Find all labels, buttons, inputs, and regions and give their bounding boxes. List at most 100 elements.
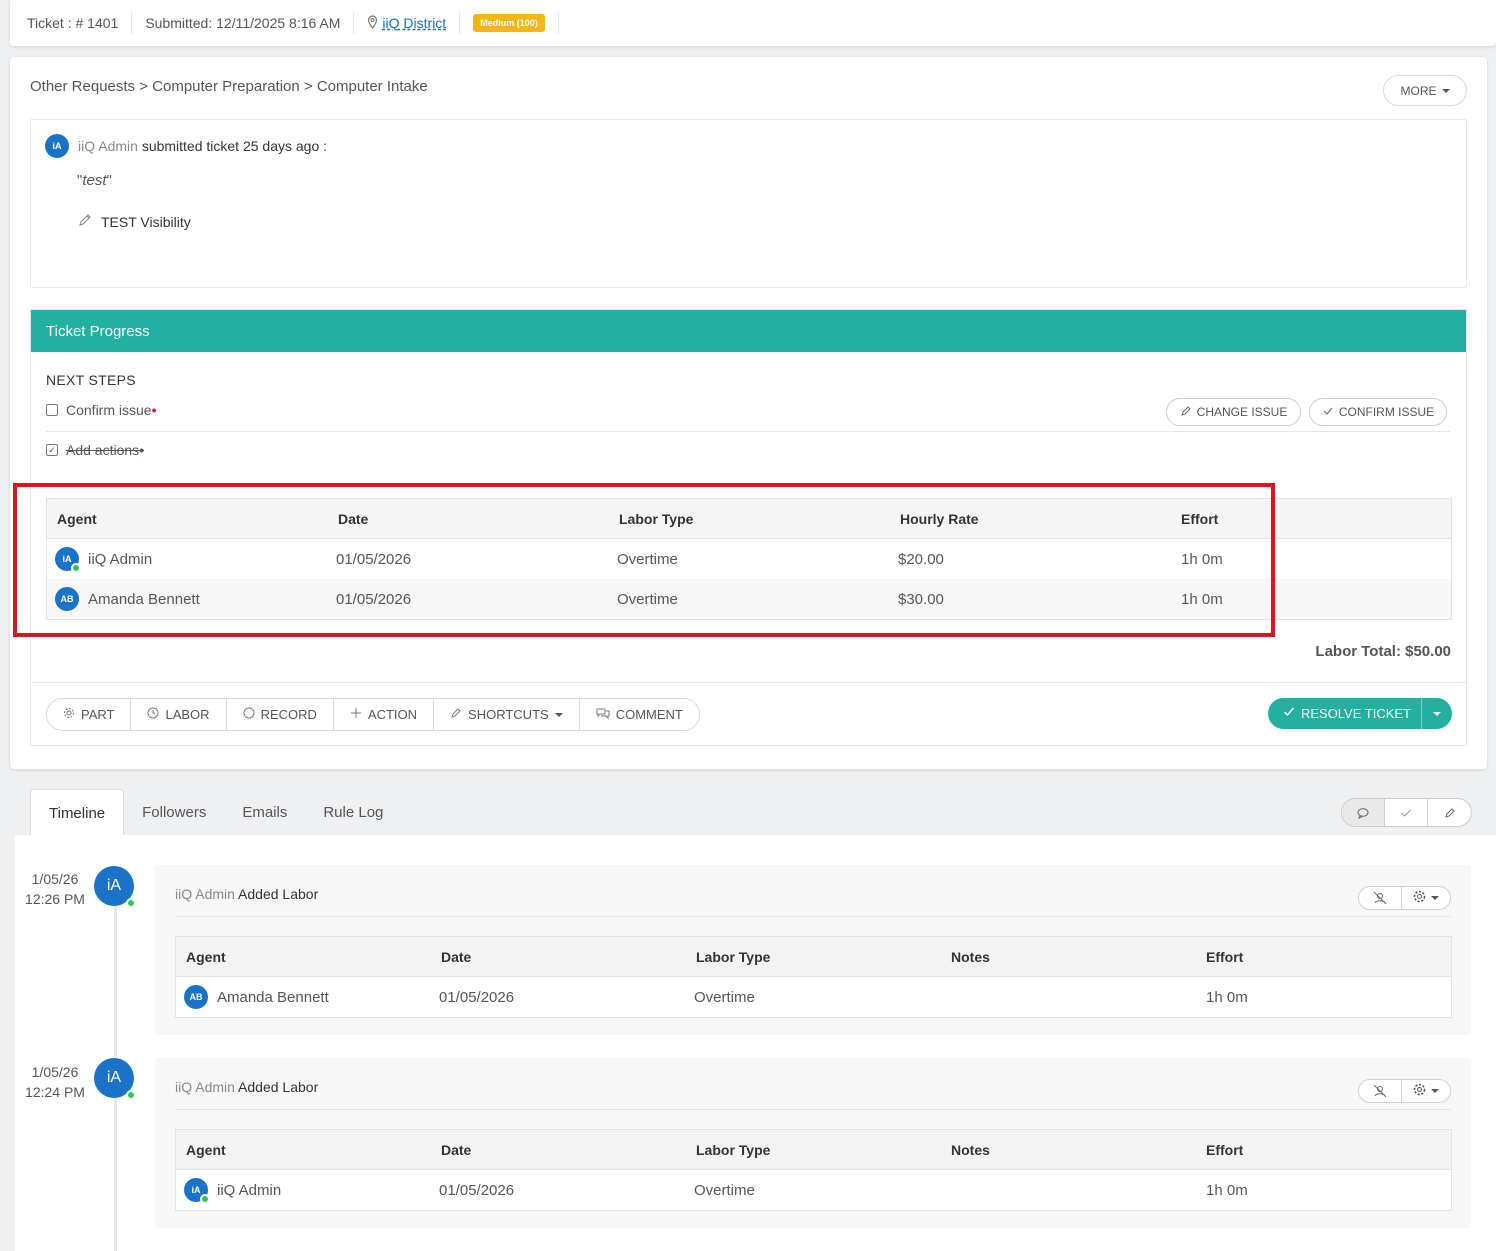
divider: [557, 12, 559, 34]
record-button[interactable]: RECORD: [227, 699, 334, 730]
column-header: Notes: [951, 1141, 990, 1158]
divider: [46, 431, 1450, 432]
visibility-field[interactable]: TEST Visibility: [77, 212, 191, 231]
ticket-tabs: Timeline Followers Emails Rule Log: [30, 789, 401, 836]
entry-settings-dropdown[interactable]: [1402, 1080, 1450, 1102]
pencil-icon: [450, 707, 462, 722]
category-breadcrumb[interactable]: Other Requests > Computer Preparation > …: [30, 78, 428, 95]
avatar[interactable]: iA: [45, 134, 69, 158]
tab-rule-log[interactable]: Rule Log: [305, 789, 401, 836]
submission-line: iA iiQ Admin submitted ticket 25 days ag…: [45, 134, 327, 158]
effort-cell: 1h 0m: [1206, 988, 1248, 1006]
table-row[interactable]: AB Amanda Bennett 01/05/2026 Overtime $3…: [47, 579, 1451, 619]
resolve-ticket-button[interactable]: RESOLVE TICKET: [1268, 698, 1422, 729]
step-label: Confirm issue: [66, 402, 152, 418]
step-add-actions[interactable]: ✓ Add actions•: [46, 442, 144, 458]
entry-user[interactable]: iiQ Admin: [175, 1079, 235, 1095]
part-label: PART: [81, 707, 115, 722]
resolve-options-dropdown[interactable]: [1422, 698, 1452, 729]
submitter-name[interactable]: iiQ Admin: [78, 138, 138, 154]
avatar: iA: [55, 547, 81, 573]
tab-timeline[interactable]: Timeline: [30, 789, 125, 836]
date-cell: 01/05/2026: [439, 1181, 515, 1199]
column-header: Effort: [1206, 948, 1244, 965]
online-status-dot: [126, 1090, 136, 1100]
ticket-card: Other Requests > Computer Preparation > …: [10, 57, 1487, 769]
column-header[interactable]: Effort: [1171, 511, 1451, 527]
add-action-button[interactable]: ACTION: [334, 699, 435, 730]
location-link[interactable]: iiQ District: [382, 15, 446, 31]
agent-name: Amanda Bennett: [217, 988, 329, 1006]
ticket-description: "test": [77, 172, 112, 189]
checkbox-checked[interactable]: ✓: [46, 444, 58, 456]
visibility-label: TEST Visibility: [101, 213, 191, 230]
timeline-avatar[interactable]: iA: [94, 866, 136, 908]
step-confirm-issue[interactable]: Confirm issue•: [46, 402, 157, 418]
table-row[interactable]: iA iiQ Admin 01/05/2026 Overtime $20.00 …: [47, 539, 1451, 579]
gear-icon: [63, 707, 75, 722]
entry-title: iiQ Admin Added Labor: [175, 1079, 318, 1095]
agent-name: Amanda Bennett: [88, 590, 200, 608]
column-header: Date: [441, 948, 472, 965]
column-header[interactable]: Labor Type: [609, 511, 890, 527]
effort-cell: 1h 0m: [1206, 1181, 1248, 1199]
confirm-issue-label: CONFIRM ISSUE: [1338, 405, 1435, 419]
ticket-number: Ticket : # 1401: [27, 15, 119, 31]
tab-followers[interactable]: Followers: [124, 789, 224, 836]
date-cell: 01/05/2026: [336, 550, 412, 568]
entry-settings-dropdown[interactable]: [1402, 887, 1450, 909]
table-row: AB Amanda Bennett 01/05/2026 Overtime 1h…: [176, 977, 1451, 1017]
avatar: AB: [184, 985, 208, 1009]
labor-type-cell: Overtime: [617, 590, 678, 608]
shortcuts-dropdown[interactable]: SHORTCUTS: [434, 699, 580, 730]
checkbox[interactable]: [46, 404, 58, 416]
column-header: Agent: [186, 1141, 226, 1158]
plus-icon: [350, 707, 362, 722]
labor-label: LABOR: [165, 707, 210, 722]
avatar: AB: [55, 587, 79, 611]
agent-cell: iA iiQ Admin: [47, 547, 328, 573]
column-header[interactable]: Hourly Rate: [890, 511, 1171, 527]
hide-from-user-icon[interactable]: [1359, 1080, 1402, 1102]
priority-badge[interactable]: Medium (100): [473, 14, 545, 32]
change-issue-button[interactable]: CHANGE ISSUE: [1166, 398, 1301, 426]
shortcuts-label: SHORTCUTS: [468, 707, 549, 722]
add-part-button[interactable]: PART: [47, 699, 132, 730]
column-header: Labor Type: [696, 1141, 771, 1158]
ticket-header-bar: Ticket : # 1401 Submitted: 12/11/2025 8:…: [10, 0, 1496, 46]
divider: [353, 12, 355, 34]
entry-action: Added Labor: [238, 1079, 319, 1095]
comment-filter-icon[interactable]: [1342, 799, 1385, 826]
column-header: Agent: [186, 948, 226, 965]
confirm-issue-button[interactable]: CONFIRM ISSUE: [1309, 398, 1447, 426]
table-header: Agent Date Labor Type Hourly Rate Effort: [47, 499, 1451, 539]
chevron-down-icon: [1441, 88, 1450, 93]
add-labor-button[interactable]: LABOR: [131, 699, 227, 730]
comment-icon: [596, 707, 610, 722]
check-icon: [1283, 706, 1295, 721]
timeline-entry: iiQ Admin Added Labor Agent Date Labor T…: [155, 1058, 1471, 1228]
resolve-ticket-split-button: RESOLVE TICKET: [1267, 698, 1452, 729]
add-comment-button[interactable]: COMMENT: [580, 699, 699, 730]
column-header[interactable]: Agent: [47, 511, 328, 527]
agent-cell: iA iiQ Admin: [176, 1178, 431, 1204]
labor-table: Agent Date Labor Type Hourly Rate Effort…: [46, 498, 1452, 620]
timeline-timestamp: 1/05/26 12:24 PM: [25, 1064, 85, 1100]
check-filter-icon[interactable]: [1385, 799, 1428, 826]
chevron-down-icon: [1433, 711, 1441, 716]
column-header: Effort: [1206, 1141, 1244, 1158]
column-header[interactable]: Date: [328, 511, 609, 527]
more-button[interactable]: MORE: [1383, 75, 1467, 106]
hourly-rate-cell: $30.00: [898, 590, 944, 608]
divider: [175, 1109, 1451, 1110]
more-label: MORE: [1400, 83, 1437, 98]
tab-emails[interactable]: Emails: [224, 789, 305, 836]
timeline-entry: iiQ Admin Added Labor Agent Date Labor T…: [155, 865, 1471, 1035]
timeline-avatar[interactable]: iA: [94, 1058, 136, 1100]
date-cell: 01/05/2026: [336, 590, 412, 608]
hide-from-user-icon[interactable]: [1359, 887, 1402, 909]
effort-cell: 1h 0m: [1181, 550, 1223, 568]
resolve-label: RESOLVE TICKET: [1300, 706, 1411, 721]
pencil-filter-icon[interactable]: [1428, 799, 1471, 826]
entry-user[interactable]: iiQ Admin: [175, 886, 235, 902]
